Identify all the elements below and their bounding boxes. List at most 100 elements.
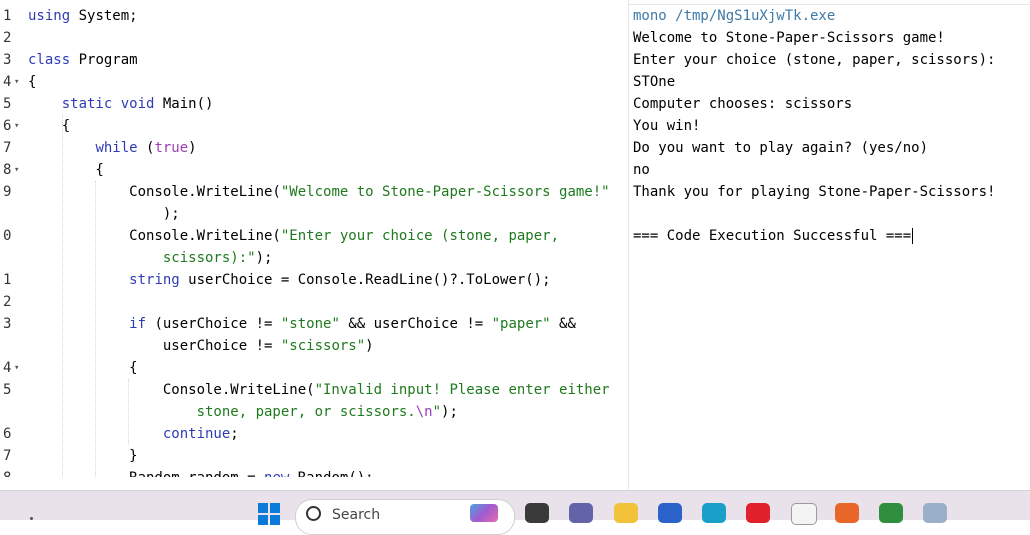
firefox-icon[interactable]	[835, 503, 859, 523]
line-number: 9	[3, 184, 12, 200]
fold-toggle-icon[interactable]: ▾	[14, 159, 19, 181]
console-output-line: === Code Execution Successful ===	[633, 225, 914, 247]
code-token: "paper"	[491, 316, 551, 332]
code-token: using	[28, 8, 71, 24]
indent-guide	[95, 181, 96, 477]
line-number: 1	[3, 8, 12, 24]
code-line[interactable]: {	[28, 159, 104, 181]
line-number: 8	[3, 162, 12, 178]
code-token: (	[137, 140, 155, 156]
console-text: Computer chooses: scissors	[633, 96, 853, 112]
fold-toggle-icon[interactable]: ▾	[14, 71, 19, 93]
windows-taskbar: Search	[0, 490, 1030, 535]
line-number: 6	[3, 426, 12, 442]
file-explorer-icon[interactable]	[614, 503, 638, 523]
code-token: "	[432, 404, 442, 420]
console-text: You win!	[633, 118, 701, 134]
line-number: 7	[3, 448, 12, 464]
fold-toggle-icon[interactable]: ▾	[14, 357, 19, 379]
console-output-line: Do you want to play again? (yes/no)	[633, 137, 928, 159]
console-output-line: no	[633, 159, 650, 181]
code-line[interactable]: {	[28, 71, 36, 93]
code-line[interactable]: {	[28, 357, 138, 379]
code-token: Main()	[154, 96, 214, 112]
code-token: {	[28, 118, 71, 134]
code-token: "Enter your choice (stone, paper,	[280, 228, 560, 244]
code-line[interactable]: Random random = new Random();	[28, 467, 374, 477]
code-token: true	[154, 140, 189, 156]
code-line[interactable]: while (true)	[28, 137, 197, 159]
notepad-icon[interactable]	[923, 503, 947, 523]
code-token: && userChoice !=	[339, 316, 492, 332]
console-output-line: You win!	[633, 115, 700, 137]
code-token: {	[28, 162, 104, 178]
code-token: userChoice !=	[28, 338, 281, 354]
code-token: class	[28, 52, 71, 68]
code-token: Program	[70, 52, 138, 68]
document-icon[interactable]	[791, 503, 817, 525]
taskbar-search-box[interactable]: Search	[295, 499, 515, 535]
line-number: 4	[3, 360, 12, 376]
console-text: no	[633, 162, 650, 178]
code-line[interactable]: );	[28, 203, 180, 225]
code-line[interactable]: if (userChoice != "stone" && userChoice …	[28, 313, 576, 335]
line-number: 7	[3, 140, 12, 156]
code-token: &&	[550, 316, 576, 332]
task-view-icon[interactable]	[525, 503, 549, 523]
line-number: 0	[3, 228, 12, 244]
code-token: (userChoice !=	[146, 316, 281, 332]
mongodb-icon[interactable]	[879, 503, 903, 523]
code-line[interactable]: userChoice != "scissors")	[28, 335, 374, 357]
code-token: new	[264, 470, 289, 477]
code-token: ;	[230, 426, 239, 442]
line-number: 5	[3, 382, 12, 398]
code-editor[interactable]: using System; class Program { static void …	[0, 5, 628, 477]
search-placeholder: Search	[332, 507, 381, 523]
code-line[interactable]: Console.WriteLine("Welcome to Stone-Pape…	[28, 181, 609, 203]
console-text: STOne	[633, 74, 676, 90]
code-token: )	[188, 140, 197, 156]
code-line[interactable]: string userChoice = Console.ReadLine()?.…	[28, 269, 550, 291]
line-number: 6	[3, 118, 12, 134]
console-output-line: Computer chooses: scissors	[633, 93, 852, 115]
code-token: "stone"	[280, 316, 340, 332]
code-line[interactable]: {	[28, 115, 70, 137]
output-console[interactable]: mono /tmp/NgS1uXjwTk.exe Welcome to Stone…	[629, 5, 1030, 489]
code-line[interactable]: continue;	[28, 423, 239, 445]
fold-toggle-icon[interactable]: ▾	[14, 115, 19, 137]
code-line[interactable]: Console.WriteLine("Enter your choice (st…	[28, 225, 559, 247]
console-output-line: Enter your choice (stone, paper, scissor…	[633, 49, 995, 71]
code-token: }	[28, 448, 138, 464]
code-token: "scissors"	[280, 338, 366, 354]
code-line[interactable]: class Program	[28, 49, 138, 71]
code-token: Random();	[289, 470, 374, 477]
edge-icon[interactable]	[702, 503, 726, 523]
code-token: if	[129, 316, 147, 332]
console-text: Welcome to Stone-Paper-Scissors game!	[633, 30, 945, 46]
code-token: \n	[415, 404, 433, 420]
opera-icon[interactable]	[746, 503, 770, 523]
text-cursor	[912, 228, 914, 244]
indent-guide	[62, 115, 63, 477]
code-line[interactable]: stone, paper, or scissors.\n");	[28, 401, 458, 423]
code-line[interactable]: using System;	[28, 5, 138, 27]
code-token: {	[28, 360, 138, 376]
code-line[interactable]: }	[28, 445, 138, 467]
code-token: scissors):"	[162, 250, 256, 266]
code-token: Random random =	[28, 470, 264, 477]
code-token: void	[120, 96, 155, 112]
code-token: System;	[70, 8, 138, 24]
code-line[interactable]: scissors):");	[28, 247, 273, 269]
code-line[interactable]: Console.WriteLine("Invalid input! Please…	[28, 379, 610, 401]
teams-icon[interactable]	[569, 503, 593, 523]
console-text: Enter your choice (stone, paper, scissor…	[633, 52, 996, 68]
console-text: Thank you for playing Stone-Paper-Scisso…	[633, 184, 996, 200]
store-icon[interactable]	[658, 503, 682, 523]
line-number: 8	[3, 467, 11, 477]
code-line[interactable]: static void Main()	[28, 93, 214, 115]
start-button[interactable]	[258, 503, 280, 525]
